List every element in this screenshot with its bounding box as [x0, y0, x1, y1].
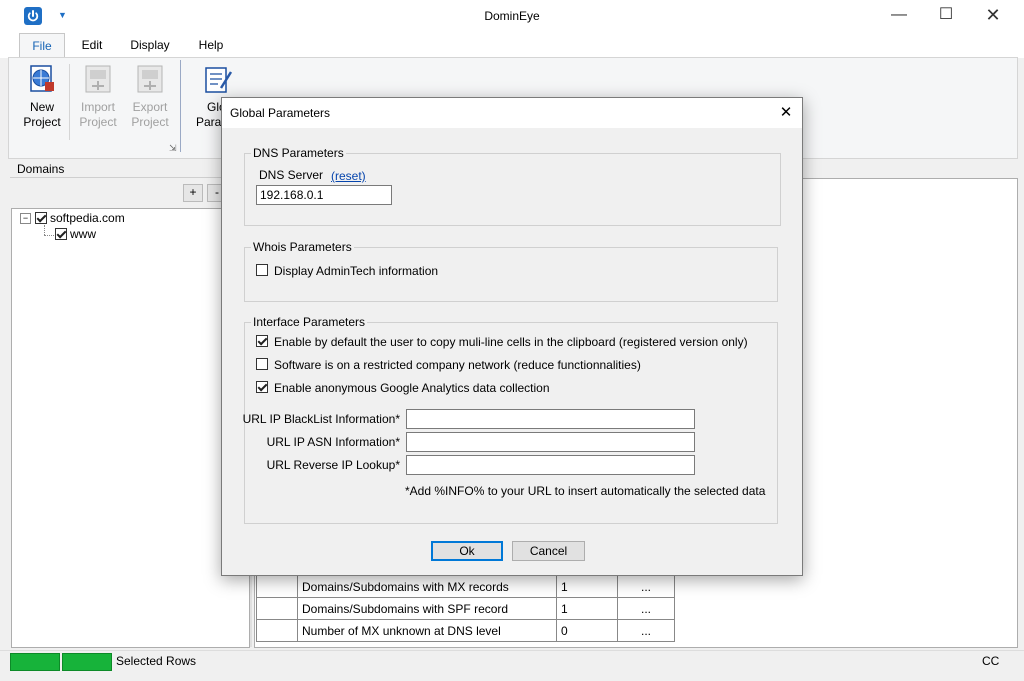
admintech-checkbox[interactable]: [256, 264, 268, 276]
row-value: 1: [556, 575, 618, 598]
admintech-label: Display AdminTech information: [274, 264, 439, 278]
export-project-button[interactable]: Export Project: [124, 64, 176, 130]
dns-reset-link[interactable]: (reset): [331, 169, 366, 183]
dns-server-input[interactable]: 192.168.0.1: [256, 185, 392, 205]
row-action-button[interactable]: ...: [617, 597, 675, 620]
url-note: *Add %INFO% to your URL to insert automa…: [405, 484, 766, 498]
table-row[interactable]: Number of MX unknown at DNS level 0 ...: [256, 619, 675, 642]
interface-parameters-title: Interface Parameters: [251, 315, 368, 329]
row-header: [256, 575, 298, 598]
new-project-button[interactable]: New Project: [16, 64, 68, 130]
dialog-close-icon[interactable]: ✕: [772, 100, 800, 126]
domains-panel-title: Domains: [17, 162, 65, 176]
domain-tree: [11, 208, 250, 648]
analytics-checkbox[interactable]: [256, 381, 268, 393]
new-project-label-2: Project: [23, 115, 61, 129]
multiline-copy-checkbox[interactable]: [256, 335, 268, 347]
tree-checkbox-softpedia[interactable]: [35, 212, 47, 224]
row-action-button[interactable]: ...: [617, 619, 675, 642]
row-value: 0: [556, 619, 618, 642]
tab-file[interactable]: File: [19, 33, 65, 58]
whois-parameters-title: Whois Parameters: [251, 240, 354, 254]
new-project-icon: [27, 64, 57, 94]
dns-server-label: DNS Server: [259, 168, 324, 182]
row-header: [256, 597, 298, 620]
maximize-icon[interactable]: ☐: [923, 0, 969, 30]
tab-display[interactable]: Display: [122, 33, 178, 57]
url-reverse-input[interactable]: [406, 455, 695, 475]
restricted-network-label: Software is on a restricted company netw…: [274, 358, 641, 372]
ribbon-group-launcher-icon[interactable]: ⇲: [169, 143, 177, 154]
row-name: Domains/Subdomains with MX records: [297, 575, 557, 598]
status-progress-block: [10, 653, 60, 671]
app-title: DominEye: [484, 9, 540, 23]
analytics-label: Enable anonymous Google Analytics data c…: [274, 381, 550, 395]
multiline-copy-label: Enable by default the user to copy muli-…: [274, 335, 748, 349]
tab-edit[interactable]: Edit: [72, 33, 112, 57]
row-name: Number of MX unknown at DNS level: [297, 619, 557, 642]
add-domain-button[interactable]: +: [183, 184, 203, 202]
global-parameters-icon: [203, 64, 233, 94]
row-name: Domains/Subdomains with SPF record: [297, 597, 557, 620]
export-project-label-2: Project: [131, 115, 169, 129]
table-row[interactable]: Domains/Subdomains with MX records 1 ...: [256, 575, 675, 598]
results-table: Domains/Subdomains with MX records 1 ...…: [256, 575, 675, 642]
cancel-button[interactable]: Cancel: [512, 541, 585, 561]
url-blacklist-label: URL IP BlackList Information*: [242, 412, 400, 426]
minimize-icon[interactable]: —: [876, 0, 922, 30]
tree-connector: [44, 235, 54, 236]
row-action-button[interactable]: ...: [617, 575, 675, 598]
new-project-label-1: New: [29, 100, 54, 114]
tree-checkbox-www[interactable]: [55, 228, 67, 240]
url-asn-input[interactable]: [406, 432, 695, 452]
status-right-text: CC: [982, 654, 1000, 668]
dialog-title: Global Parameters: [230, 106, 331, 120]
import-project-icon: [83, 64, 113, 94]
url-blacklist-input[interactable]: [406, 409, 695, 429]
ribbon-separator: [69, 64, 70, 140]
row-value: 1: [556, 597, 618, 620]
url-reverse-label: URL Reverse IP Lookup*: [266, 458, 400, 472]
close-window-icon[interactable]: ✕: [970, 0, 1016, 30]
import-project-label-1: Import: [80, 100, 115, 114]
ribbon-separator: [180, 60, 181, 152]
tree-item-www[interactable]: www: [70, 227, 96, 241]
status-progress-block: [62, 653, 112, 671]
restricted-network-checkbox[interactable]: [256, 358, 268, 370]
tree-item-softpedia[interactable]: softpedia.com: [50, 211, 125, 225]
url-asn-label: URL IP ASN Information*: [266, 435, 400, 449]
row-header: [256, 619, 298, 642]
import-project-label-2: Project: [79, 115, 117, 129]
ok-button[interactable]: Ok: [431, 541, 503, 561]
collapse-icon[interactable]: −: [20, 213, 31, 224]
panel-divider: [10, 177, 248, 178]
export-project-label-1: Export: [132, 100, 168, 114]
status-text: Selected Rows: [116, 654, 197, 668]
table-row[interactable]: Domains/Subdomains with SPF record 1 ...: [256, 597, 675, 620]
export-project-icon: [135, 64, 165, 94]
tree-connector: [44, 225, 45, 235]
tab-help[interactable]: Help: [190, 33, 232, 57]
import-project-button[interactable]: Import Project: [72, 64, 124, 130]
dns-parameters-title: DNS Parameters: [251, 146, 346, 160]
